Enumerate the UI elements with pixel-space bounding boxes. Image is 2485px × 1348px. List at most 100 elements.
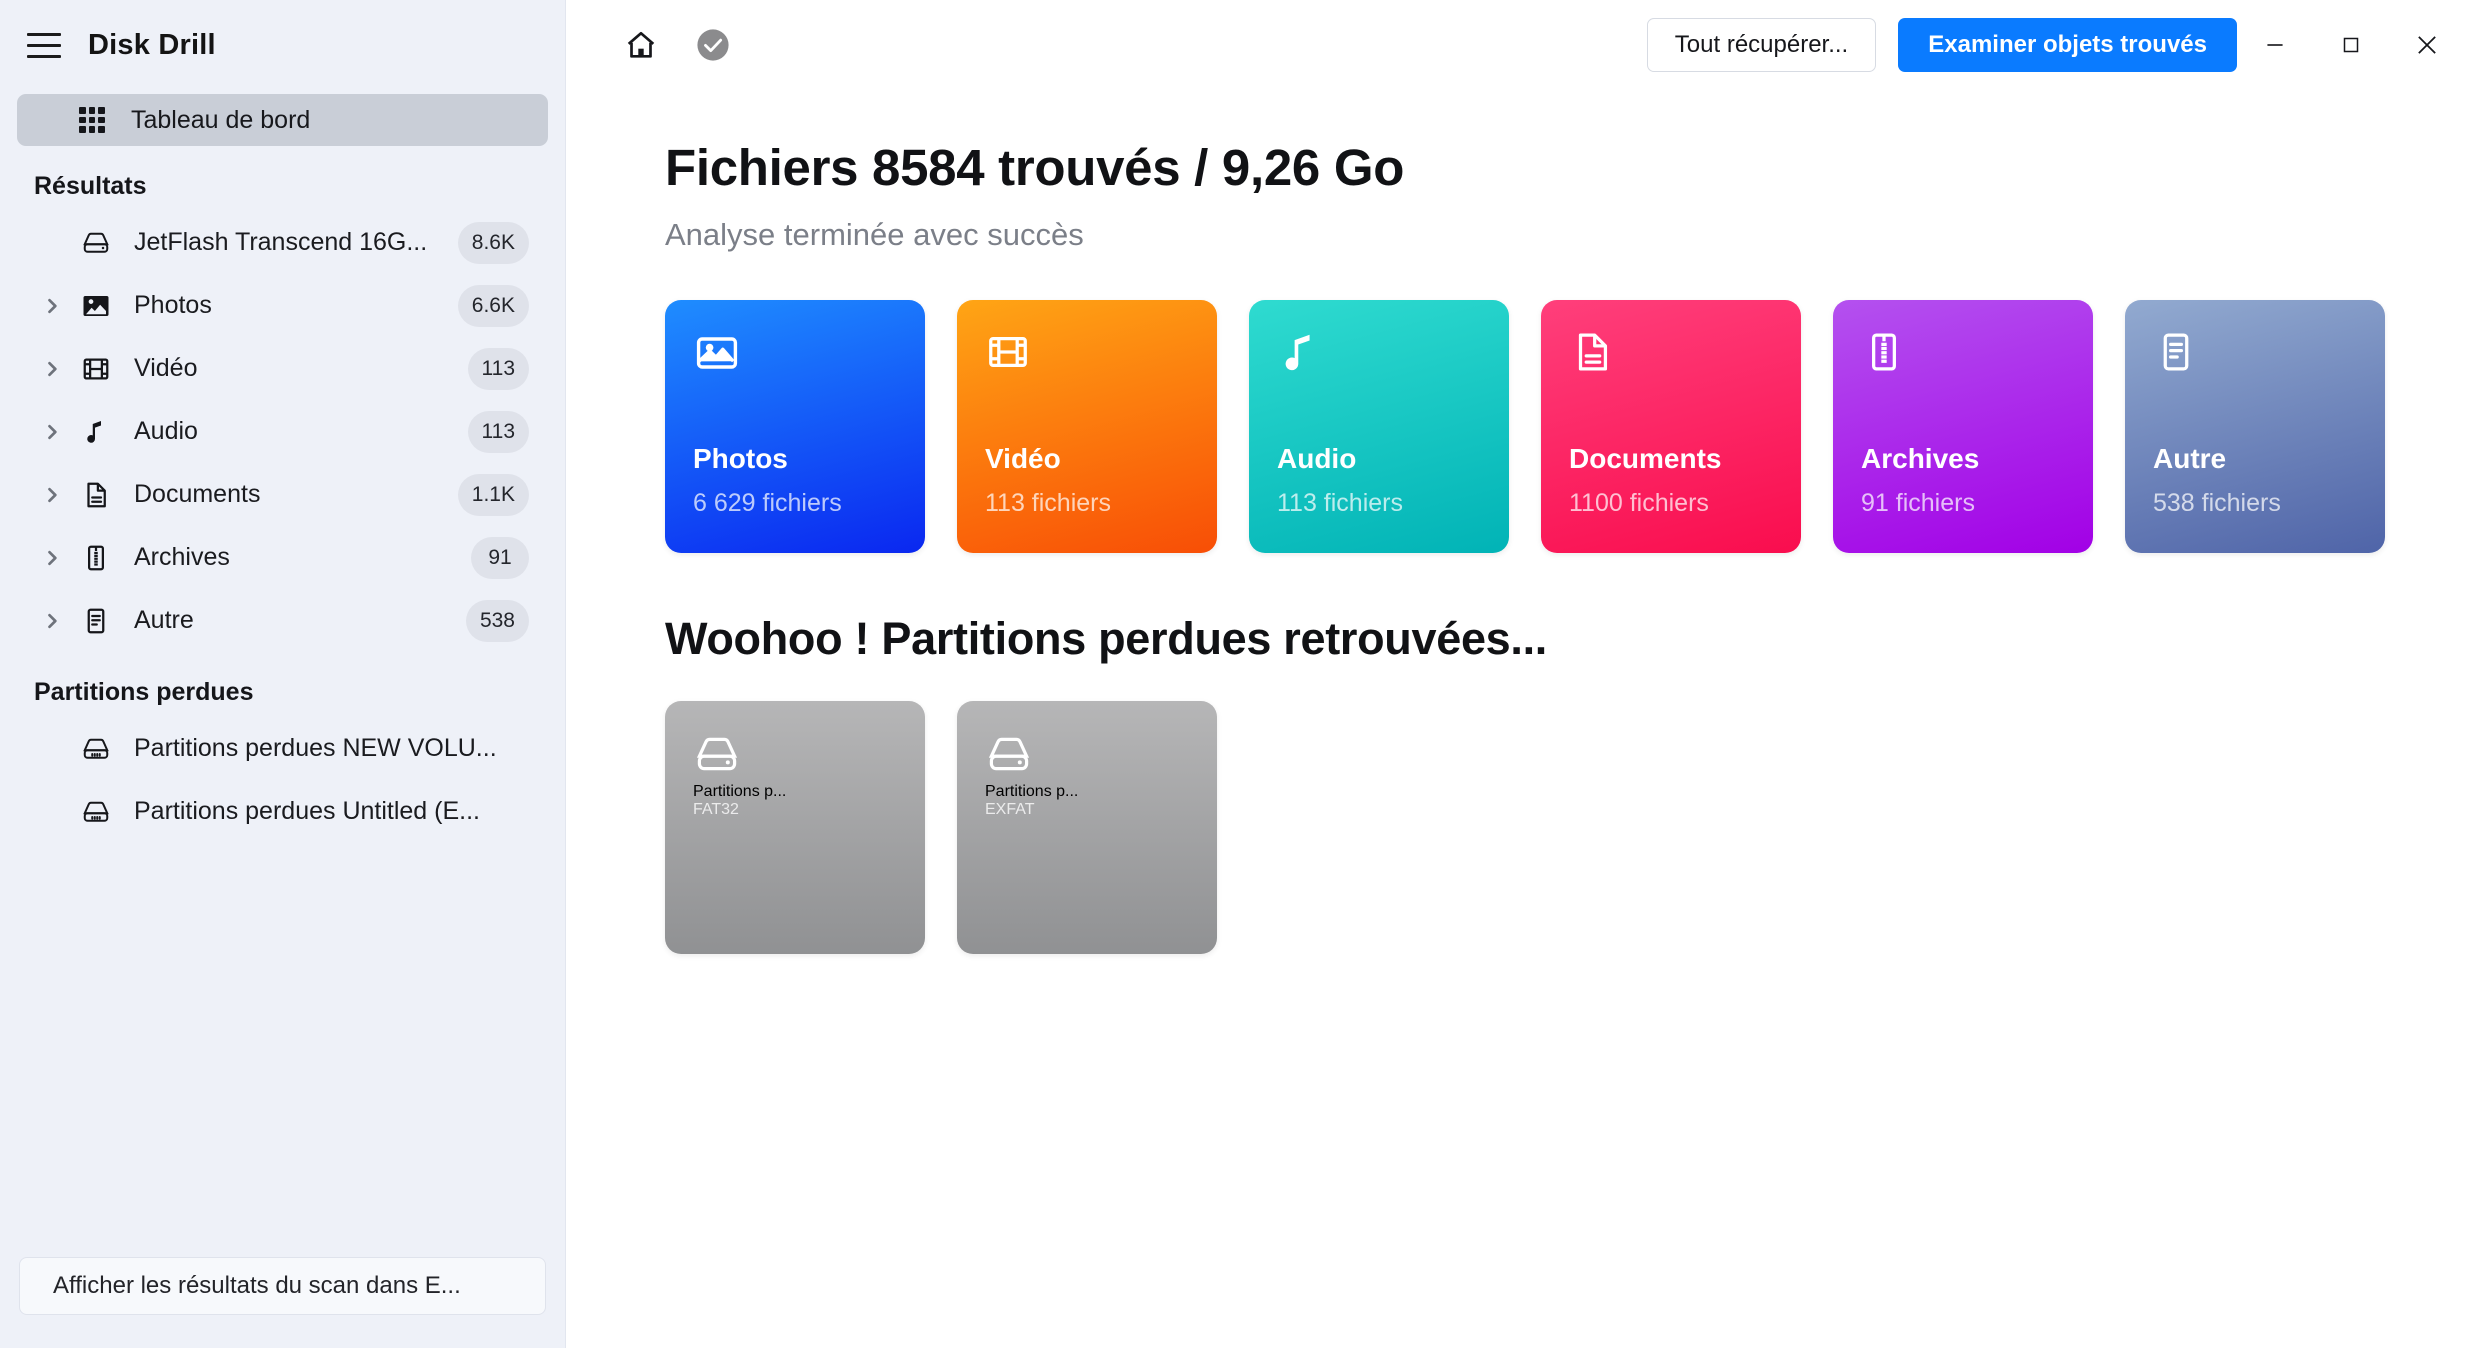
review-found-items-button[interactable]: Examiner objets trouvés [1898, 18, 2237, 72]
archive-icon [70, 543, 122, 573]
sidebar-item-badge: 91 [471, 536, 529, 579]
sidebar-item-archives[interactable]: Archives 91 [17, 526, 548, 589]
card-count: 113 fichiers [1277, 489, 1403, 517]
category-card-archives[interactable]: Archives 91 fichiers [1833, 300, 2093, 553]
page-title: Fichiers 8584 trouvés / 9,26 Go [665, 139, 1405, 196]
sidebar-item-jetflash[interactable]: JetFlash Transcend 16G... 8.6K [17, 211, 548, 274]
card-count: 91 fichiers [1861, 489, 1975, 517]
chevron-right-icon[interactable] [34, 611, 70, 631]
sidebar-item-label: Partitions perdues Untitled (E... [134, 797, 480, 825]
card-title: Audio [1277, 443, 1357, 474]
category-card-photos[interactable]: Photos 6 629 fichiers [665, 300, 925, 553]
grid-icon [79, 107, 105, 133]
card-count: 113 fichiers [985, 489, 1111, 517]
sidebar-item-dashboard[interactable]: Tableau de bord [17, 94, 548, 146]
sidebar-item-label: Partitions perdues NEW VOLU... [134, 734, 497, 762]
section-title-lost-partitions: Woohoo ! Partitions perdues retrouvées..… [665, 613, 1548, 664]
sidebar-item-badge: 1.1K [457, 473, 529, 516]
film-icon [70, 354, 122, 384]
sidebar-item-badge: 113 [467, 347, 529, 390]
sidebar-item-other[interactable]: Autre 538 [17, 589, 548, 652]
card-title: Autre [2153, 443, 2227, 474]
app-window: Disk Drill Tableau de bord Résultats Jet… [0, 0, 2485, 1348]
partition-card-fat32[interactable]: Partitions p... FAT32 [665, 701, 925, 954]
category-card-documents[interactable]: Documents 1100 fichiers [1541, 300, 1801, 553]
close-icon[interactable] [2389, 8, 2465, 82]
music-icon [70, 417, 122, 447]
check-circle-icon[interactable] [686, 18, 740, 72]
music-icon [1277, 329, 1509, 389]
card-title: Partitions p... [693, 783, 787, 800]
document-icon [70, 480, 122, 510]
sidebar-item-label: Documents [134, 480, 261, 508]
sidebar-group-lost-partitions: Partitions perdues [34, 678, 254, 706]
disk-icon [70, 228, 122, 258]
maximize-icon[interactable] [2313, 8, 2389, 82]
sidebar-item-audio[interactable]: Audio 113 [17, 400, 548, 463]
drive-icon [70, 797, 122, 827]
partition-card-exfat[interactable]: Partitions p... EXFAT [957, 701, 1217, 954]
image-icon [70, 291, 122, 321]
card-count: 538 fichiers [2153, 489, 2281, 517]
sidebar-item-photos[interactable]: Photos 6.6K [17, 274, 548, 337]
hamburger-menu-icon[interactable] [22, 23, 66, 67]
chevron-right-icon[interactable] [34, 548, 70, 568]
dashboard-body: Fichiers 8584 trouvés / 9,26 Go Analyse … [566, 138, 2485, 954]
category-card-audio[interactable]: Audio 113 fichiers [1249, 300, 1509, 553]
image-icon [693, 329, 925, 389]
sidebar-group-results: Résultats [34, 172, 147, 200]
archive-icon [1861, 329, 2093, 389]
sidebar-item-label: Archives [134, 543, 230, 571]
sidebar-item-label: Autre [134, 606, 194, 634]
category-card-other[interactable]: Autre 538 fichiers [2125, 300, 2385, 553]
sidebar-nav: Tableau de bord Résultats JetFlash Trans… [0, 90, 565, 1257]
recover-all-button[interactable]: Tout récupérer... [1646, 18, 1877, 72]
chevron-right-icon[interactable] [34, 359, 70, 379]
toolbar: Tout récupérer... Examiner objets trouvé… [566, 0, 2485, 90]
category-card-video[interactable]: Vidéo 113 fichiers [957, 300, 1217, 553]
sidebar-item-label: Tableau de bord [131, 105, 311, 134]
film-icon [985, 329, 1217, 389]
app-title: Disk Drill [88, 28, 216, 61]
chevron-right-icon[interactable] [34, 422, 70, 442]
sidebar-header: Disk Drill [0, 0, 565, 90]
main-content: Tout récupérer... Examiner objets trouvé… [566, 0, 2485, 1348]
document-icon [1569, 329, 1801, 389]
sidebar-item-documents[interactable]: Documents 1.1K [17, 463, 548, 526]
drive-icon [985, 730, 1217, 783]
sidebar-item-lost-partition-2[interactable]: Partitions perdues Untitled (E... [17, 780, 548, 843]
drive-icon [70, 734, 122, 764]
partition-cards: Partitions p... FAT32 Partitions p... EX… [665, 701, 2485, 954]
sidebar-item-label: JetFlash Transcend 16G... [134, 228, 428, 256]
card-filesystem: FAT32 [693, 801, 739, 818]
card-title: Vidéo [985, 443, 1061, 474]
sidebar-item-badge: 113 [467, 410, 529, 453]
card-title: Archives [1861, 443, 1980, 474]
drive-icon [693, 730, 925, 783]
card-filesystem: EXFAT [985, 801, 1035, 818]
card-title: Photos [693, 443, 788, 474]
sidebar: Disk Drill Tableau de bord Résultats Jet… [0, 0, 566, 1348]
sidebar-item-lost-partition-1[interactable]: Partitions perdues NEW VOLU... [17, 717, 548, 780]
sidebar-footer: Afficher les résultats du scan dans E... [0, 1257, 565, 1348]
sidebar-item-label: Vidéo [134, 354, 198, 382]
card-title: Documents [1569, 443, 1722, 474]
minimize-icon[interactable] [2237, 8, 2313, 82]
sidebar-item-badge: 538 [465, 599, 529, 642]
card-count: 1100 fichiers [1569, 489, 1709, 517]
card-count: 6 629 fichiers [693, 489, 842, 517]
page-subtitle: Analyse terminée avec succès [665, 217, 1084, 252]
sidebar-item-label: Photos [134, 291, 212, 319]
category-cards: Photos 6 629 fichiers Vidéo 113 fichiers… [665, 300, 2485, 553]
chevron-right-icon[interactable] [34, 296, 70, 316]
sidebar-item-video[interactable]: Vidéo 113 [17, 337, 548, 400]
card-title: Partitions p... [985, 783, 1079, 800]
show-scan-results-in-explorer-button[interactable]: Afficher les résultats du scan dans E... [19, 1257, 546, 1315]
home-icon[interactable] [614, 18, 668, 72]
sidebar-item-badge: 6.6K [457, 284, 529, 327]
file-icon [2153, 329, 2385, 389]
file-icon [70, 606, 122, 636]
chevron-right-icon[interactable] [34, 485, 70, 505]
sidebar-item-badge: 8.6K [457, 221, 529, 264]
sidebar-item-label: Audio [134, 417, 198, 445]
